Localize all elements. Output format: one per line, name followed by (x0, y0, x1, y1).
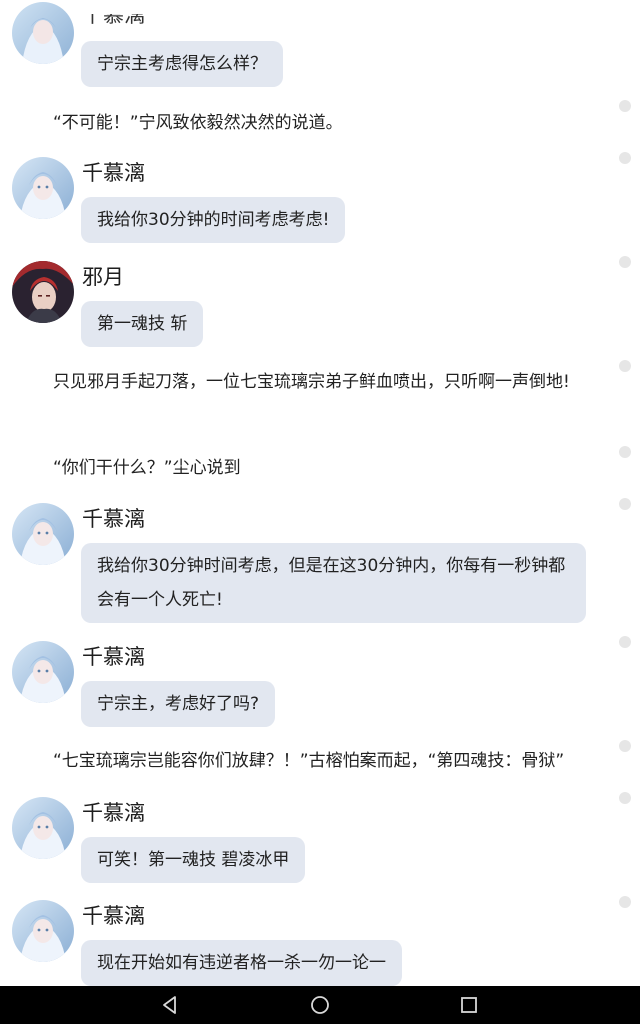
back-triangle-icon (163, 996, 176, 1014)
home-circle-icon (311, 996, 329, 1014)
back-button[interactable] (150, 986, 190, 1024)
recents-square-icon (461, 997, 477, 1013)
avatar-qianmuli[interactable] (12, 797, 74, 859)
avatar-qianmuli[interactable] (12, 900, 74, 962)
chat-story-page: 千慕漓 宁宗主考虑得怎么样？ “不可能！”宁风致依毅然决然的说道。 千慕漓 我给… (0, 0, 640, 1024)
speaker-name: 千慕漓 (82, 507, 145, 531)
page-indicator-dot[interactable] (619, 896, 631, 908)
page-indicator-dot[interactable] (619, 152, 631, 164)
narration-text: 只见邪月手起刀落，一位七宝琉璃宗弟子鲜血喷出，只听啊一声倒地! (53, 372, 570, 392)
speaker-name: 邪月 (82, 265, 124, 289)
system-navigation-bar (0, 986, 640, 1024)
page-indicator-dot[interactable] (619, 498, 631, 510)
narration-text: “不可能！”宁风致依毅然决然的说道。 (53, 113, 343, 133)
page-indicator-dot[interactable] (619, 792, 631, 804)
avatar-qianmuli[interactable] (12, 157, 74, 219)
narration-text: “七宝琉璃宗岂能容你们放肆？！”古榕怕案而起，“第四魂技：骨狱” (53, 751, 565, 771)
speaker-name: 千慕漓 (82, 904, 145, 928)
message-bubble: 宁宗主，考虑好了吗? (81, 681, 276, 727)
message-bubble: 可笑！第一魂技 碧凌冰甲 (81, 837, 306, 883)
page-indicator-dot[interactable] (619, 740, 631, 752)
avatar-qianmuli[interactable] (12, 2, 74, 64)
page-indicator-dot[interactable] (619, 446, 631, 458)
page-indicator-dot[interactable] (619, 100, 631, 112)
avatar-xieyue[interactable] (12, 261, 74, 323)
avatar-qianmuli[interactable] (12, 503, 74, 565)
message-bubble: 我给你30分钟的时间考虑考虑! (81, 197, 346, 243)
speaker-name: 千慕漓 (82, 801, 145, 825)
narration-text: “你们干什么？”尘心说到 (53, 458, 241, 478)
message-bubble: 宁宗主考虑得怎么样？ (81, 41, 283, 87)
message-bubble: 我给你30分钟时间考虑，但是在这30分钟内，你每有一秒钟都会有一个人死亡! (81, 543, 586, 623)
home-button[interactable] (300, 986, 340, 1024)
page-indicator-dot[interactable] (619, 256, 631, 268)
message-bubble: 现在开始如有违逆者格一杀一勿一论一 (81, 940, 402, 986)
page-indicator-dot[interactable] (619, 636, 631, 648)
recents-button[interactable] (449, 986, 489, 1024)
speaker-name: 千慕漓 (82, 645, 145, 669)
speaker-name-partial: 千慕漓 (82, 3, 145, 27)
message-bubble: 第一魂技 斩 (81, 301, 204, 347)
page-indicator-dot[interactable] (619, 360, 631, 372)
speaker-name: 千慕漓 (82, 161, 145, 185)
avatar-qianmuli[interactable] (12, 641, 74, 703)
